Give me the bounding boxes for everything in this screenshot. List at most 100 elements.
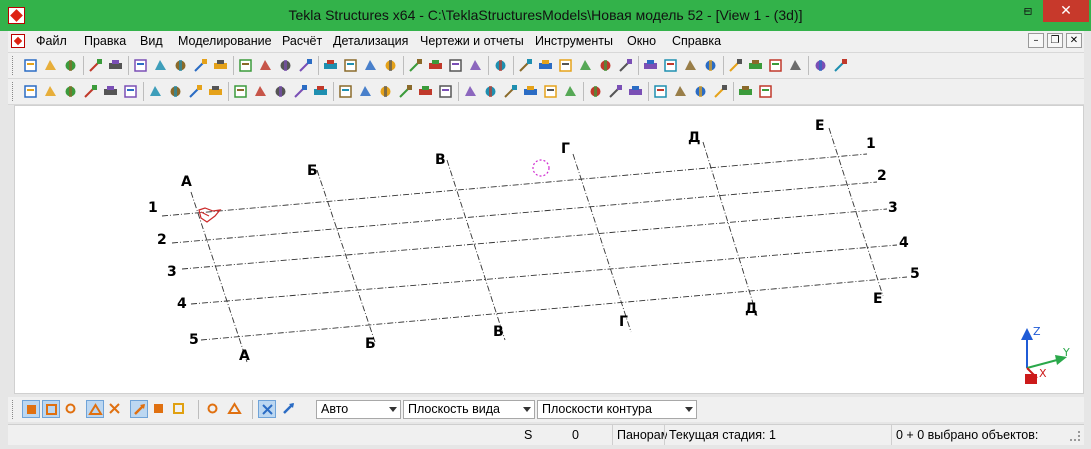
open-icon[interactable] <box>42 57 59 74</box>
copy-icon[interactable] <box>132 57 149 74</box>
package-icon[interactable] <box>832 57 849 74</box>
bolt-icon[interactable] <box>167 83 184 100</box>
organizer-icon[interactable] <box>702 57 719 74</box>
menu-window[interactable]: Окно <box>627 34 656 48</box>
profile-icon[interactable] <box>362 57 379 74</box>
mdi-close-button[interactable]: ✕ <box>1066 33 1082 48</box>
filter-icon[interactable] <box>447 57 464 74</box>
grid-line-4[interactable] <box>190 244 898 305</box>
export-icon[interactable] <box>747 57 764 74</box>
snap-check-icon[interactable] <box>170 400 188 418</box>
mdi-minimize-button[interactable]: – <box>1028 33 1044 48</box>
grid-line-icon[interactable] <box>537 57 554 74</box>
grid-line-g[interactable] <box>572 153 632 333</box>
dimension-icon[interactable] <box>337 83 354 100</box>
hook-icon[interactable] <box>757 83 774 100</box>
paste-icon[interactable] <box>152 57 169 74</box>
snap-cross-icon[interactable] <box>106 400 124 418</box>
panel-icon[interactable] <box>122 83 139 100</box>
arc-icon[interactable] <box>597 57 614 74</box>
menu-modeling[interactable]: Моделирование <box>178 34 272 48</box>
plane-view-icon[interactable] <box>258 400 276 418</box>
profile-beam-icon[interactable] <box>672 83 689 100</box>
snap-hourglass-icon[interactable] <box>204 400 222 418</box>
point-icon[interactable] <box>557 57 574 74</box>
copy-special-icon[interactable] <box>662 57 679 74</box>
view-icon[interactable] <box>252 83 269 100</box>
library-icon[interactable] <box>727 57 744 74</box>
grid-line-2[interactable] <box>171 181 878 244</box>
grid-line-e[interactable] <box>828 127 884 297</box>
contour-planes-select[interactable]: Плоскости контура <box>537 400 697 419</box>
mark-icon[interactable] <box>562 83 579 100</box>
circle-icon[interactable] <box>607 83 624 100</box>
maximize-button[interactable]: ▫ <box>1015 0 1041 22</box>
work-plane-select[interactable]: Плоскость вида <box>403 400 535 419</box>
line-icon[interactable] <box>462 83 479 100</box>
close-button[interactable]: ✕ <box>1043 0 1089 22</box>
print-icon[interactable] <box>172 57 189 74</box>
document-icon[interactable] <box>11 34 25 48</box>
play-icon[interactable] <box>787 57 804 74</box>
move-special-icon[interactable] <box>682 57 699 74</box>
model-view-3d[interactable]: 1122334455ААББВВГГДДЕЕ Z Y X <box>14 105 1084 394</box>
menu-file[interactable]: Файл <box>36 34 67 48</box>
plate-icon[interactable] <box>147 83 164 100</box>
menu-edit[interactable]: Правка <box>84 34 126 48</box>
grid-line-3[interactable] <box>181 208 888 270</box>
snap-triangle-icon[interactable] <box>86 400 104 418</box>
snap-extend-icon[interactable] <box>226 400 244 418</box>
snap-end-icon[interactable] <box>22 400 40 418</box>
curved-icon[interactable] <box>692 83 709 100</box>
rebar-icon[interactable] <box>737 83 754 100</box>
mdi-restore-button[interactable]: ❐ <box>1047 33 1063 48</box>
cut-part-icon[interactable] <box>357 83 374 100</box>
binocular-icon[interactable] <box>232 83 249 100</box>
menu-analysis[interactable]: Расчёт <box>282 34 322 48</box>
twin-icon[interactable] <box>712 83 729 100</box>
grid-canvas[interactable]: 1122334455ААББВВГГДДЕЕ Z Y X <box>15 106 1085 395</box>
menu-view[interactable]: Вид <box>140 34 163 48</box>
slab-icon[interactable] <box>102 83 119 100</box>
clip-icon[interactable] <box>272 83 289 100</box>
menu-tools[interactable]: Инструменты <box>535 34 613 48</box>
window-split-icon[interactable] <box>237 57 254 74</box>
resize-grip-icon[interactable] <box>1070 431 1080 441</box>
cut-icon[interactable] <box>277 57 294 74</box>
weld-icon[interactable] <box>187 83 204 100</box>
snap-arrow-icon[interactable] <box>150 400 168 418</box>
model-icon[interactable] <box>767 57 784 74</box>
menu-help[interactable]: Справка <box>672 34 721 48</box>
column-icon[interactable] <box>42 83 59 100</box>
snap-depth-select[interactable]: Авто <box>316 400 401 419</box>
rotate-icon[interactable] <box>587 83 604 100</box>
fit-icon[interactable] <box>377 83 394 100</box>
toolbar-grip[interactable] <box>12 82 16 101</box>
light-icon[interactable] <box>642 57 659 74</box>
strip-icon[interactable] <box>82 83 99 100</box>
mesh-icon[interactable] <box>207 83 224 100</box>
snap-perp-icon[interactable] <box>130 400 148 418</box>
report-icon[interactable] <box>192 57 209 74</box>
new-icon[interactable] <box>22 57 39 74</box>
toolbar-grip[interactable] <box>12 56 16 75</box>
snap-mid-icon[interactable] <box>42 400 60 418</box>
cross-icon[interactable] <box>522 83 539 100</box>
menu-drawings-reports[interactable]: Чертежи и отчеты <box>420 34 524 48</box>
bar-icon[interactable] <box>652 83 669 100</box>
x-icon[interactable] <box>542 83 559 100</box>
add-icon[interactable] <box>397 83 414 100</box>
assembly-icon[interactable] <box>437 83 454 100</box>
chamfer-icon[interactable] <box>627 83 644 100</box>
component-icon[interactable] <box>342 57 359 74</box>
select-icon[interactable] <box>297 57 314 74</box>
grid-icon[interactable] <box>517 57 534 74</box>
beam-icon[interactable] <box>22 83 39 100</box>
grid-line-b[interactable] <box>316 169 376 343</box>
pin-icon[interactable] <box>312 83 329 100</box>
arrow-icon[interactable] <box>407 57 424 74</box>
plane-icon[interactable] <box>617 57 634 74</box>
window-icon[interactable] <box>212 57 229 74</box>
cube-icon[interactable] <box>292 83 309 100</box>
grid-line-1[interactable] <box>161 153 868 217</box>
